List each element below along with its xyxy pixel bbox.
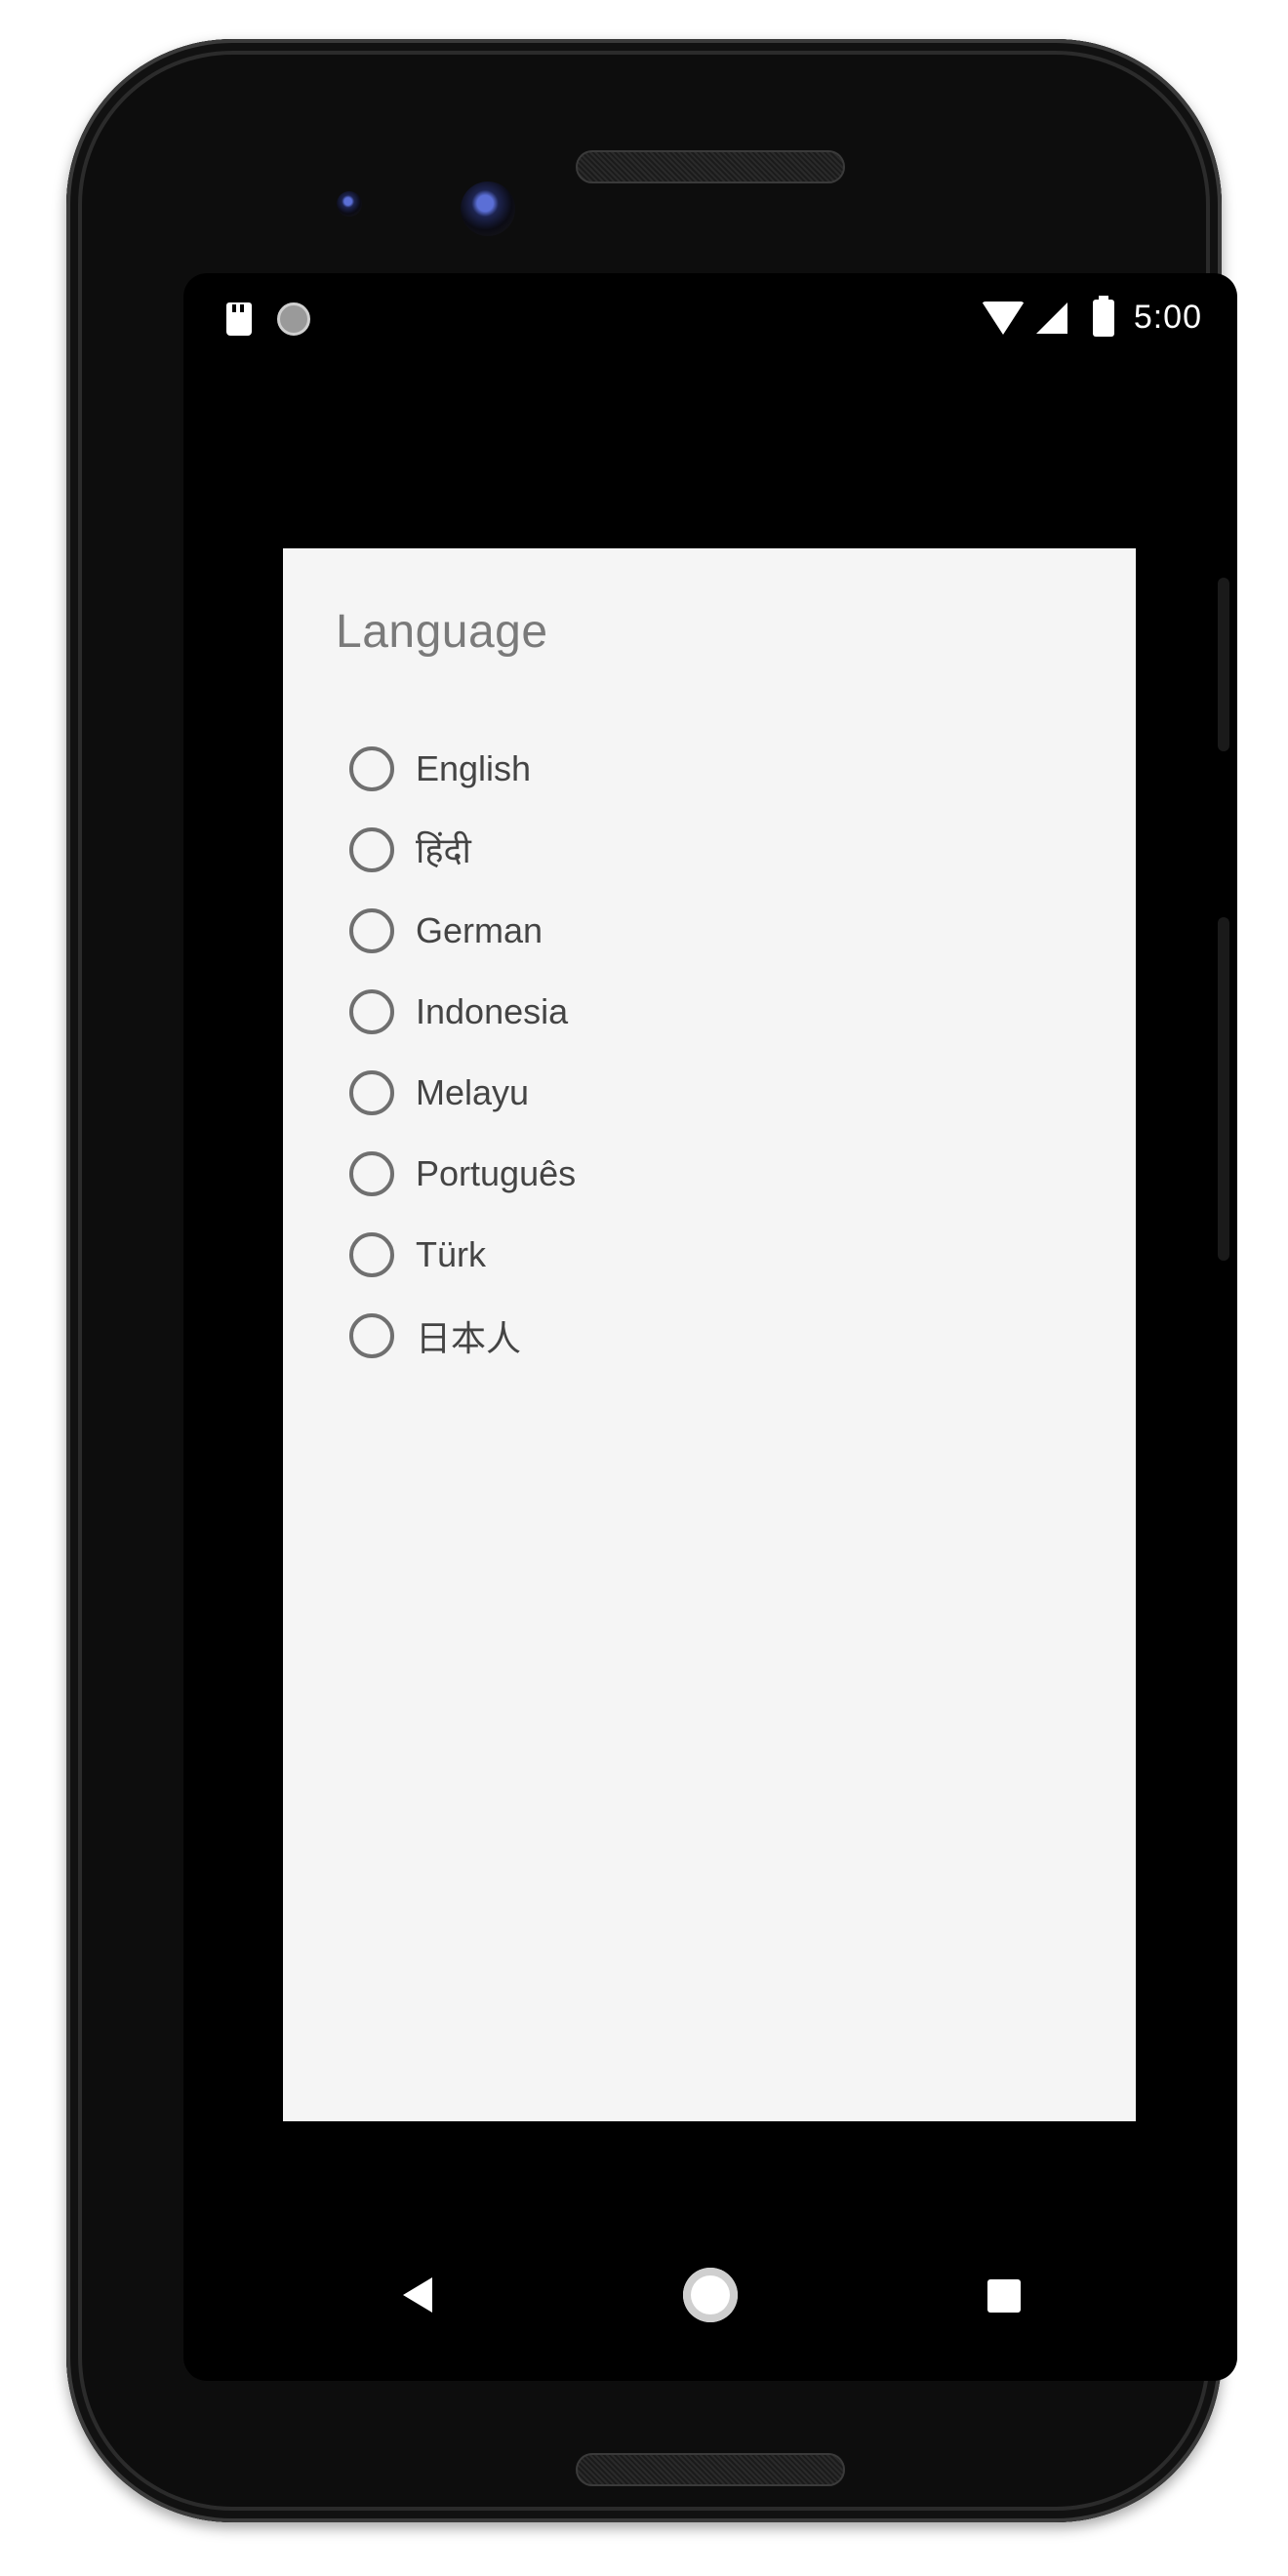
- status-left-icons: [226, 302, 310, 336]
- language-option-hindi[interactable]: हिंदी: [349, 809, 576, 890]
- back-icon[interactable]: [403, 2277, 432, 2313]
- language-option-english[interactable]: English: [349, 728, 576, 809]
- radio-button[interactable]: [349, 1150, 394, 1196]
- language-option-portugues[interactable]: Português: [349, 1133, 576, 1214]
- language-option-german[interactable]: German: [349, 890, 576, 971]
- status-right-icons: 5:00: [981, 295, 1202, 337]
- power-button[interactable]: [1218, 578, 1229, 751]
- bottom-speaker: [576, 2453, 845, 2486]
- option-label: English: [416, 747, 532, 788]
- signal-icon: [1035, 302, 1067, 334]
- radio-button[interactable]: [349, 826, 394, 872]
- recents-icon[interactable]: [987, 2279, 1021, 2313]
- device-screen: 5:00 Language English हिंदी German Indon…: [183, 273, 1237, 2381]
- sd-card-icon: [226, 302, 252, 336]
- radio-button[interactable]: [349, 745, 394, 791]
- home-icon[interactable]: [683, 2268, 738, 2322]
- status-bar: 5:00: [183, 273, 1237, 381]
- language-dialog: Language English हिंदी German Indonesia: [283, 548, 1136, 2121]
- phone-frame: 5:00 Language English हिंदी German Indon…: [66, 39, 1237, 2522]
- battery-icon: [1092, 295, 1114, 337]
- language-options: English हिंदी German Indonesia Melayu Po…: [349, 728, 576, 1376]
- radio-button[interactable]: [349, 988, 394, 1034]
- option-label: Melayu: [416, 1071, 530, 1112]
- radio-button[interactable]: [349, 1231, 394, 1277]
- option-label: German: [416, 909, 543, 950]
- language-option-melayu[interactable]: Melayu: [349, 1052, 576, 1133]
- radio-button[interactable]: [349, 1069, 394, 1115]
- option-label: Português: [416, 1152, 577, 1193]
- radio-button[interactable]: [349, 1312, 394, 1358]
- proximity-sensor-icon: [337, 191, 362, 217]
- option-label: Indonesia: [416, 990, 569, 1031]
- option-label: Türk: [416, 1233, 486, 1274]
- language-option-indonesia[interactable]: Indonesia: [349, 971, 576, 1052]
- earpiece-speaker: [576, 150, 845, 183]
- radio-button[interactable]: [349, 907, 394, 953]
- navigation-bar: [183, 2240, 1237, 2348]
- front-camera-icon: [461, 181, 515, 236]
- option-label: हिंदी: [416, 830, 471, 870]
- language-option-japanese[interactable]: 日本人: [349, 1295, 576, 1376]
- status-clock: 5:00: [1133, 299, 1202, 336]
- volume-button[interactable]: [1218, 917, 1229, 1261]
- option-label: 日本人: [416, 1317, 522, 1358]
- wifi-icon: [981, 301, 1025, 335]
- language-option-turk[interactable]: Türk: [349, 1214, 576, 1295]
- screen-record-icon: [277, 302, 310, 336]
- dialog-title: Language: [336, 606, 548, 658]
